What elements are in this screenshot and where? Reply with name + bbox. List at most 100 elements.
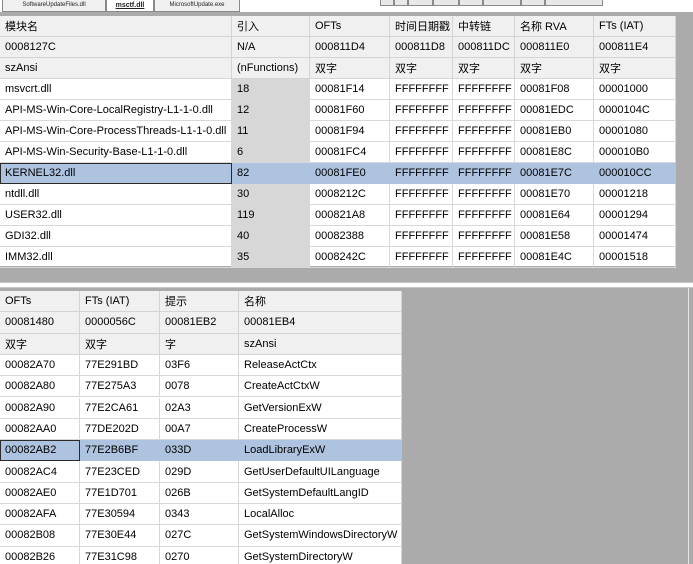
table-cell: API-MS-Win-Core-ProcessThreads-L1-1-0.dl… — [0, 121, 232, 142]
table-cell: 00001218 — [594, 184, 676, 205]
table-cell: 000010CC — [594, 163, 676, 184]
table-row[interactable]: 00082A90 77E2CA61 02A3 GetVersionExW — [0, 397, 402, 419]
table-row[interactable]: 00082A80 77E275A3 0078 CreateActCtxW — [0, 376, 402, 398]
table-cell: 00082A70 — [0, 354, 80, 377]
table-cell: GetSystemWindowsDirectoryW — [239, 525, 402, 547]
column-header[interactable]: 时间日期戳 — [390, 16, 453, 37]
column-sizer[interactable] — [408, 0, 433, 6]
table-cell: FFFFFFFF — [390, 163, 453, 184]
column-sizer[interactable] — [545, 0, 603, 6]
table-cell: 双字 — [453, 58, 515, 79]
table-cell: KERNEL32.dll — [0, 163, 232, 184]
table-cell: 000811DC — [453, 37, 515, 58]
table-row[interactable]: IMM32.dll 35 0008242C FFFFFFFF FFFFFFFF 00081… — [0, 247, 676, 268]
table-cell: 02A3 — [160, 397, 239, 419]
table-cell: 00082B08 — [0, 525, 80, 547]
pane-splitter[interactable] — [0, 282, 693, 288]
column-sizer[interactable] — [483, 0, 521, 6]
table-cell: GDI32.dll — [0, 226, 232, 247]
table-row[interactable]: ntdll.dll 30 0008212C FFFFFFFF FFFFFFFF 00081… — [0, 184, 676, 205]
table-row[interactable]: 00082B08 77E30E44 027C GetSystemWindowsDire… — [0, 525, 402, 547]
table-cell: 03F6 — [160, 354, 239, 377]
table-cell: 00081EB4 — [239, 312, 402, 334]
table-row[interactable]: USER32.dll 119 000821A8 FFFFFFFF FFFFFFFF 000… — [0, 205, 676, 226]
column-header[interactable]: 名称 RVA — [515, 16, 594, 37]
table-cell: 000010B0 — [594, 142, 676, 163]
table-cell: 00081EDC — [515, 100, 594, 121]
column-header[interactable]: OFTs — [310, 16, 390, 37]
table-header-row: 模块名 引入 OFTs 时间日期戳 中转链 名称 RVA FTs (IAT) — [0, 16, 676, 37]
table-cell: 029D — [160, 461, 239, 483]
table-cell: 00A7 — [160, 418, 239, 441]
table-cell: 77E2B6BF — [80, 440, 160, 462]
table-cell: GetSystemDefaultLangID — [239, 482, 402, 504]
tab-microsoftupdate[interactable]: MicrosoftUpdate.exe — [154, 0, 240, 12]
table-cell: 00081EB0 — [515, 121, 594, 142]
table-cell: 40 — [232, 226, 310, 247]
column-sizer[interactable] — [394, 0, 408, 6]
table-cell: FFFFFFFF — [390, 184, 453, 205]
table-cell: 000811E4 — [594, 37, 676, 58]
table-cell: CreateProcessW — [239, 418, 402, 441]
table-cell: 0000104C — [594, 100, 676, 121]
table-cell: ntdll.dll — [0, 184, 232, 205]
table-cell: (nFunctions) — [232, 58, 310, 79]
table-cell: 000821A8 — [310, 205, 390, 226]
column-header[interactable]: 提示 — [160, 291, 239, 313]
column-sizer[interactable] — [459, 0, 483, 6]
table-cell: 77E23CED — [80, 461, 160, 483]
table-cell: 00082AA0 — [0, 418, 80, 441]
table-cell: 00081480 — [0, 312, 80, 334]
table-cell: 77E31C98 — [80, 546, 160, 564]
table-cell: 00081E7C — [515, 163, 594, 184]
column-header[interactable]: FTs (IAT) — [80, 291, 160, 313]
table-cell: 00082AFA — [0, 504, 80, 526]
tab-softwareupdatefiles[interactable]: SoftwareUpdateFiles.dll — [2, 0, 106, 12]
table-row[interactable]: KERNEL32.dll 82 00081FE0 FFFFFFFF FFFFFFFF 00… — [0, 163, 676, 184]
table-row[interactable]: 00082AB2 77E2B6BF 033D LoadLibraryExW — [0, 440, 402, 462]
table-cell: FFFFFFFF — [390, 79, 453, 100]
table-cell: msvcrt.dll — [0, 79, 232, 100]
table-cell: 字 — [160, 333, 239, 355]
column-sizer[interactable] — [433, 0, 459, 6]
column-sizer[interactable] — [380, 0, 394, 6]
table-cell: 双字 — [310, 58, 390, 79]
table-cell: FFFFFFFF — [453, 226, 515, 247]
table-cell: 033D — [160, 440, 239, 462]
column-sizer[interactable] — [521, 0, 545, 6]
table-row[interactable]: GDI32.dll 40 00082388 FFFFFFFF FFFFFFFF 00081… — [0, 226, 676, 247]
table-row[interactable]: 00082AC4 77E23CED 029D GetUserDefaultUILang… — [0, 461, 402, 483]
table-cell: 77E2CA61 — [80, 397, 160, 419]
table-cell: 35 — [232, 247, 310, 268]
table-cell: GetVersionExW — [239, 397, 402, 419]
table-row[interactable]: 00082AA0 77DE202D 00A7 CreateProcessW — [0, 418, 402, 441]
table-row[interactable]: API-MS-Win-Security-Base-L1-1-0.dll 6 0008… — [0, 142, 676, 163]
column-header[interactable]: 引入 — [232, 16, 310, 37]
table-row[interactable]: 00082AE0 77E1D701 026B GetSystemDefaultLang… — [0, 482, 402, 504]
table-cell: 00081F60 — [310, 100, 390, 121]
table-cell: 12 — [232, 100, 310, 121]
column-header[interactable]: 名称 — [239, 291, 402, 313]
column-header[interactable]: OFTs — [0, 291, 80, 313]
table-row[interactable]: API-MS-Win-Core-LocalRegistry-L1-1-0.dll… — [0, 100, 676, 121]
table-row[interactable]: 00082B26 77E31C98 0270 GetSystemDirectoryW — [0, 546, 402, 564]
tab-msctf[interactable]: msctf.dll — [106, 0, 154, 12]
table-cell: GetUserDefaultUILanguage — [239, 461, 402, 483]
table-cell: 0000056C — [80, 312, 160, 334]
column-header[interactable]: 模块名 — [0, 16, 232, 37]
column-header[interactable]: FTs (IAT) — [594, 16, 676, 37]
table-row[interactable]: 00082A70 77E291BD 03F6 ReleaseActCtx — [0, 354, 402, 377]
table-cell: API-MS-Win-Core-LocalRegistry-L1-1-0.dll — [0, 100, 232, 121]
import-functions-table: OFTs FTs (IAT) 提示 名称 00081480 0000056C 00081EB… — [0, 291, 402, 564]
table-row[interactable]: msvcrt.dll 18 00081F14 FFFFFFFF FFFFFFFF 0008… — [0, 79, 676, 100]
table-meta-row: 0008127C N/A 000811D4 000811D8 000811DC 00081… — [0, 37, 676, 58]
table-cell: 119 — [232, 205, 310, 226]
table-cell: GetSystemDirectoryW — [239, 546, 402, 564]
table-cell: LoadLibraryExW — [239, 440, 402, 462]
table-row[interactable]: 00082AFA 77E30594 0343 LocalAlloc — [0, 504, 402, 526]
table-cell: 0008242C — [310, 247, 390, 268]
table-cell: 00081F14 — [310, 79, 390, 100]
table-row[interactable]: API-MS-Win-Core-ProcessThreads-L1-1-0.dl… — [0, 121, 676, 142]
column-header[interactable]: 中转链 — [453, 16, 515, 37]
table-cell: 18 — [232, 79, 310, 100]
